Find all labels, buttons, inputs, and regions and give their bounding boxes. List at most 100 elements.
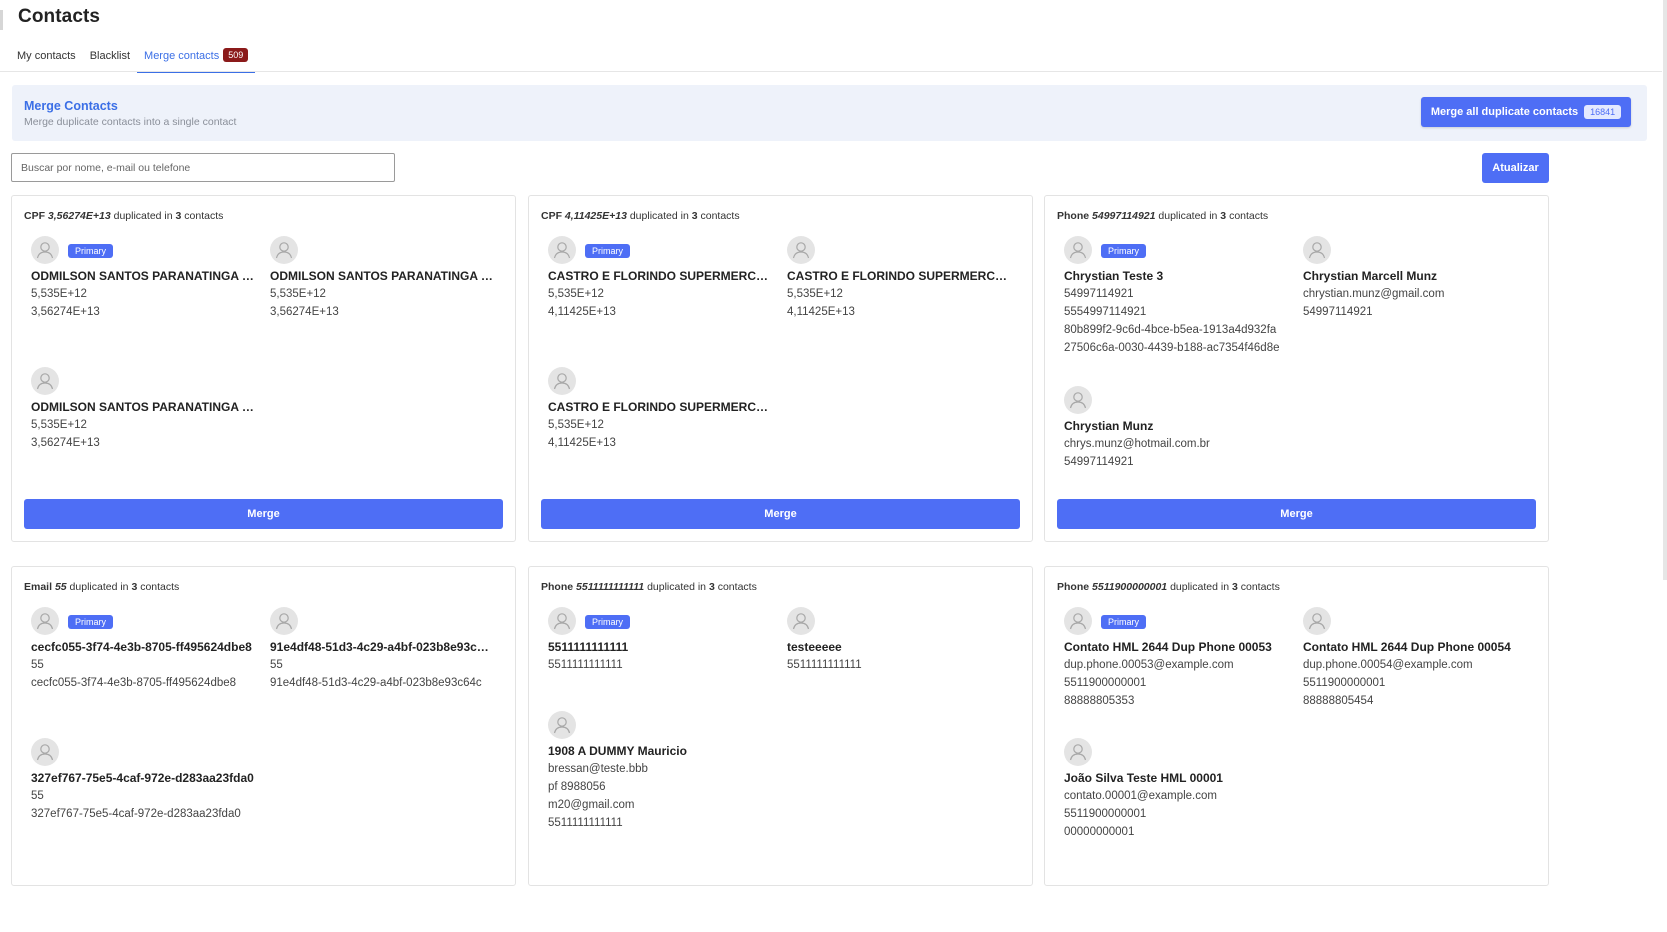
user-icon [275,613,293,630]
contact-detail: 4,11425E+13 [548,306,616,318]
count-badge: 509 [223,48,249,62]
contact-name: 1908 A DUMMY Mauricio [548,744,687,758]
tab-label: My contacts [17,50,76,62]
contact-name: CASTRO E FLORINDO SUPERMERCADOS LTDA [548,400,773,414]
avatar [548,711,576,739]
contacts-text: contacts [184,210,224,222]
group-header: Phone 5511900000001 duplicated in 3 cont… [1057,581,1280,593]
duplicate-field: Phone [1057,581,1090,593]
duplicate-field: CPF [24,210,45,222]
window-edge [0,10,3,30]
duplicate-group-card: Phone 5511111111111 duplicated in 3 cont… [528,566,1033,886]
divider [0,71,1662,72]
contact-name: ODMILSON SANTOS PARANATINGA PARANATINGA [31,269,256,283]
primary-badge: Primary [585,244,630,258]
contact-detail: 4,11425E+13 [787,306,855,318]
avatar [1064,236,1092,264]
contact-detail: chrystian.munz@gmail.com [1303,288,1445,300]
contact-detail: 55 [270,659,283,671]
merge-button[interactable]: Merge [24,499,503,529]
primary-badge: Primary [1101,615,1146,629]
duplicate-value: 54997114921 [1092,210,1156,222]
contact-name: Contato HML 2644 Dup Phone 00053 [1064,640,1272,654]
avatar [1303,236,1331,264]
contact-name: 5511111111111 [548,640,629,654]
scrollbar[interactable] [1663,0,1667,580]
duplicate-count: 3 [131,581,138,593]
user-icon [36,373,54,390]
user-icon [1308,242,1326,259]
avatar [1303,607,1331,635]
contact-detail: 327ef767-75e5-4caf-972e-d283aa23fda0 [31,808,241,820]
contact-detail: cecfc055-3f74-4e3b-8705-ff495624dbe8 [31,677,237,689]
merge-banner: Merge Contacts Merge duplicate contacts … [12,85,1647,141]
contacts-text: contacts [1240,581,1280,593]
contact-name: Contato HML 2644 Dup Phone 00054 [1303,640,1511,654]
duplicate-count: 3 [708,581,715,593]
avatar [1064,386,1092,414]
duplicated-text: duplicated in [69,581,129,593]
contact-detail: 5511111111111 [787,659,862,671]
merge-all-label: Merge all duplicate contacts [1430,106,1579,118]
merge-button[interactable]: Merge [1057,499,1536,529]
merge-button[interactable]: Merge [541,499,1020,529]
duplicate-count: 3 [1220,210,1227,222]
duplicate-value: 5511111111111 [576,581,645,593]
avatar [548,236,576,264]
duplicate-field: CPF [541,210,562,222]
contact-detail: 5,535E+12 [31,419,87,431]
contact-name: CASTRO E FLORINDO SUPERMERCADOS LTDA [787,269,1012,283]
refresh-button[interactable]: Atualizar [1482,153,1549,183]
avatar [548,607,576,635]
contact-detail: dup.phone.00054@example.com [1303,659,1473,671]
contact-detail: 88888805454 [1303,695,1374,707]
tab-my-contacts[interactable]: My contacts [10,50,83,72]
primary-badge: Primary [68,244,113,258]
contacts-text: contacts [1229,210,1269,222]
merge-all-button[interactable]: Merge all duplicate contacts 16841 [1421,97,1631,127]
avatar [1064,738,1092,766]
duplicated-text: duplicated in [1170,581,1230,593]
primary-badge: Primary [1101,244,1146,258]
avatar [31,607,59,635]
avatar [787,607,815,635]
search-input[interactable] [11,153,395,182]
contact-detail: 5511111111111 [548,659,623,671]
contact-detail: 3,56274E+13 [270,306,339,318]
contact-detail: 80b899f2-9c6d-4bce-b5ea-1913a4d932fa [1064,324,1277,336]
user-icon [1069,613,1087,630]
user-icon [275,242,293,259]
tab-blacklist[interactable]: Blacklist [83,50,137,72]
user-icon [36,242,54,259]
user-icon [553,613,571,630]
avatar [31,367,59,395]
avatar [270,607,298,635]
contact-detail: 5554997114921 [1064,306,1147,318]
contact-detail: 5,535E+12 [270,288,326,300]
contact-detail: 5,535E+12 [548,419,604,431]
contact-detail: 3,56274E+13 [31,437,100,449]
duplicate-group-card: CPF 3,56274E+13 duplicated in 3 contacts… [11,195,516,542]
duplicate-count: 3 [691,210,698,222]
contact-detail: 55 [31,659,44,671]
contact-detail: 5511111111111 [548,817,623,829]
user-icon [1069,242,1087,259]
user-icon [1069,392,1087,409]
avatar [31,738,59,766]
contact-detail: bressan@teste.bbb [548,763,648,775]
contact-detail: 54997114921 [1064,456,1134,468]
page-title: Contacts [18,6,101,27]
merge-all-count-badge: 16841 [1584,105,1622,119]
tab-label: Blacklist [89,50,131,62]
contact-name: 91e4df48-51d3-4c29-a4bf-023b8e93c64c [270,640,495,654]
user-icon [553,373,571,390]
user-icon [553,242,571,259]
user-icon [792,613,810,630]
banner-subtitle: Merge duplicate contacts into a single c… [24,116,237,128]
user-icon [36,744,54,761]
user-icon [792,242,810,259]
contact-name: Chrystian Munz [1064,419,1154,433]
user-icon [553,717,571,734]
contacts-text: contacts [717,581,757,593]
tab-merge-contacts[interactable]: Merge contacts 509 [137,48,256,73]
